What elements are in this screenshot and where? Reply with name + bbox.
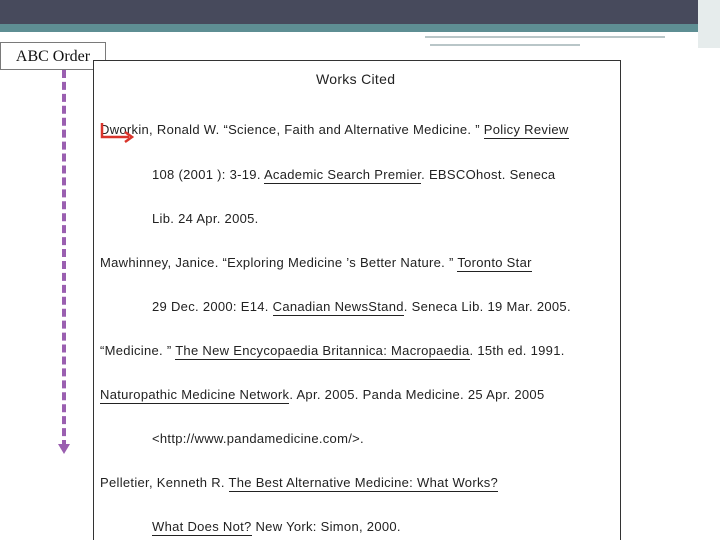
underlined-title: Toronto Star [457, 255, 532, 272]
underlined-title: Canadian NewsStand [272, 299, 404, 316]
citation-line: 29 Dec. 2000: E14. Canadian NewsStand. S… [152, 299, 571, 316]
citation-text: <http://www.pandamedicine.com/>. [152, 431, 364, 446]
header-decor-line [430, 44, 580, 46]
citation-text: . Seneca Lib. 19 Mar. 2005. [403, 299, 571, 314]
citation-line: 108 (2001 ): 3-19. Academic Search Premi… [152, 167, 556, 184]
citation-text: New York: Simon, 2000. [251, 519, 401, 534]
citation-text: Dworkin, Ronald W. “Science, Faith and A… [100, 122, 484, 137]
header-decor-line [425, 36, 665, 38]
citation-line: Mawhinney, Janice. “Exploring Medicine ’… [100, 255, 532, 272]
citation-line: Lib. 24 Apr. 2005. [152, 211, 259, 226]
dashed-down-arrow-icon [62, 70, 66, 448]
citation-text: 108 (2001 ): 3-19. [152, 167, 264, 182]
header-accent-bar [0, 24, 720, 32]
underlined-title: What Does Not? [152, 519, 252, 536]
header-bar [0, 0, 720, 24]
citation-text: “Medicine. ” [100, 343, 176, 358]
citation-text: . 15th ed. 1991. [469, 343, 565, 358]
underlined-title: The Best Alternative Medicine: What Work… [228, 475, 499, 492]
citation-text: Mawhinney, Janice. “Exploring Medicine ’… [100, 255, 458, 270]
citation-line: Dworkin, Ronald W. “Science, Faith and A… [100, 122, 569, 139]
citation-text: Pelletier, Kenneth R. [100, 475, 229, 490]
citation-text: . Apr. 2005. Panda Medicine. 25 Apr. 200… [289, 387, 545, 402]
citation-line: What Does Not? New York: Simon, 2000. [152, 519, 401, 536]
header-decor-block [698, 0, 720, 48]
underlined-title: Naturopathic Medicine Network [100, 387, 290, 404]
citation-line: Naturopathic Medicine Network. Apr. 2005… [100, 387, 545, 404]
citation-text: 29 Dec. 2000: E14. [152, 299, 273, 314]
citation-line: Pelletier, Kenneth R. The Best Alternati… [100, 475, 499, 492]
underlined-title: The New Encycopaedia Britannica: Macropa… [175, 343, 470, 360]
citation-line: “Medicine. ” The New Encycopaedia Britan… [100, 343, 565, 360]
arrowhead-icon [58, 444, 70, 454]
underlined-title: Policy Review [483, 122, 569, 139]
underlined-title: Academic Search Premier [263, 167, 422, 184]
red-bent-arrow-icon [100, 123, 135, 144]
citation-line: <http://www.pandamedicine.com/>. [152, 431, 364, 446]
slide-title: ABC Order [0, 42, 106, 70]
page-heading: Works Cited [316, 71, 396, 87]
citation-text: Lib. 24 Apr. 2005. [152, 211, 259, 226]
citation-text: . EBSCOhost. Seneca [421, 167, 556, 182]
